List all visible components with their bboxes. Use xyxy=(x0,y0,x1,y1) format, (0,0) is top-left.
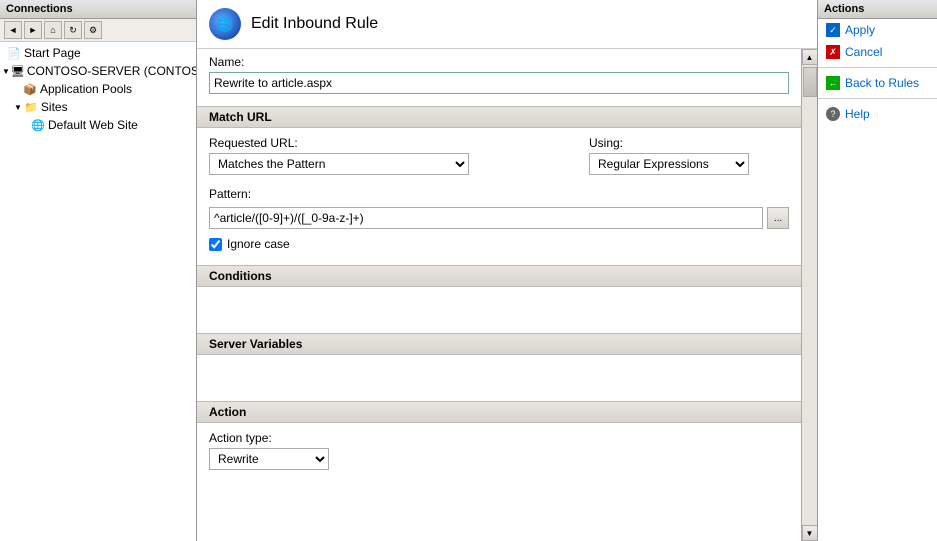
apply-icon: ✓ xyxy=(826,23,840,37)
actions-header: Actions xyxy=(818,0,937,19)
main-scroll-content[interactable]: Name: Match URL Requested URL: Matches t… xyxy=(197,49,801,541)
help-icon: ? xyxy=(826,107,840,121)
tree-label-app-pools: Application Pools xyxy=(40,82,132,96)
connections-panel: Connections ◄ ► ⌂ ↻ ⚙ 📄 Start Page ▼ 🖥 C… xyxy=(0,0,197,541)
back-to-rules-action[interactable]: ← Back to Rules xyxy=(818,72,937,94)
expand-server-icon[interactable]: ▼ xyxy=(2,67,10,76)
ignore-case-row: Ignore case xyxy=(209,237,789,251)
tree-label-sites: Sites xyxy=(41,100,68,114)
ignore-case-label: Ignore case xyxy=(227,237,290,251)
requested-url-col: Requested URL: Matches the Pattern xyxy=(209,136,569,175)
page-header: 🌐 Edit Inbound Rule xyxy=(197,0,817,49)
help-divider xyxy=(818,98,937,99)
tree-label-start-page: Start Page xyxy=(24,46,81,60)
pattern-section: Pattern: ... xyxy=(209,187,789,229)
apply-label: Apply xyxy=(845,23,875,37)
sites-icon: 📁 xyxy=(23,99,39,115)
page-icon: 📄 xyxy=(6,45,22,61)
tree-label-server: CONTOSO-SERVER (CONTOS xyxy=(27,64,196,78)
conditions-bar: Conditions xyxy=(197,265,801,287)
server-variables-content xyxy=(197,355,801,395)
page-title: Edit Inbound Rule xyxy=(251,15,378,33)
name-label: Name: xyxy=(209,55,789,69)
action-type-select[interactable]: Rewrite Redirect Custom response AbortRe… xyxy=(209,448,329,470)
using-select[interactable]: Regular Expressions xyxy=(589,153,749,175)
apply-action[interactable]: ✓ Apply xyxy=(818,19,937,41)
expand-sites-icon[interactable]: ▼ xyxy=(14,103,22,112)
requested-url-select[interactable]: Matches the Pattern xyxy=(209,153,469,175)
connections-tree: 📄 Start Page ▼ 🖥 CONTOSO-SERVER (CONTOS … xyxy=(0,42,196,541)
action-bar: Action xyxy=(197,401,801,423)
back-to-rules-label: Back to Rules xyxy=(845,76,919,90)
actions-panel: Actions ✓ Apply ✗ Cancel ← Back to Rules… xyxy=(817,0,937,541)
main-content-area: 🌐 Edit Inbound Rule Name: Match URL Requ… xyxy=(197,0,817,541)
scroll-down-btn[interactable]: ▼ xyxy=(802,525,818,541)
home-btn[interactable]: ⌂ xyxy=(44,21,62,39)
connections-header: Connections xyxy=(0,0,196,19)
name-section: Name: xyxy=(197,49,801,100)
tree-item-default-web-site[interactable]: 🌐 Default Web Site xyxy=(0,116,196,134)
pool-icon: 📦 xyxy=(22,81,38,97)
match-url-content: Requested URL: Matches the Pattern Using… xyxy=(197,128,801,259)
pattern-label: Pattern: xyxy=(209,187,789,201)
pattern-helper-btn[interactable]: ... xyxy=(767,207,789,229)
pattern-row: ... xyxy=(209,207,789,229)
ignore-case-checkbox[interactable] xyxy=(209,238,222,251)
action-content: Action type: Rewrite Redirect Custom res… xyxy=(197,423,801,478)
server-variables-bar: Server Variables xyxy=(197,333,801,355)
help-action[interactable]: ? Help xyxy=(818,103,937,125)
requested-url-label: Requested URL: xyxy=(209,136,569,150)
scroll-up-btn[interactable]: ▲ xyxy=(802,49,818,65)
using-col: Using: Regular Expressions xyxy=(589,136,789,175)
main-scrollbar: ▲ ▼ xyxy=(801,49,817,541)
pattern-input[interactable] xyxy=(209,207,763,229)
match-url-bar: Match URL xyxy=(197,106,801,128)
tree-label-default-web-site: Default Web Site xyxy=(48,118,138,132)
web-globe-icon: 🌐 xyxy=(30,117,46,133)
refresh-btn[interactable]: ↻ xyxy=(64,21,82,39)
match-url-fields: Requested URL: Matches the Pattern Using… xyxy=(209,136,789,175)
conditions-content xyxy=(197,287,801,327)
tree-item-sites[interactable]: ▼ 📁 Sites xyxy=(0,98,196,116)
tree-item-start-page[interactable]: 📄 Start Page xyxy=(0,44,196,62)
name-input[interactable] xyxy=(209,72,789,94)
back-to-rules-icon: ← xyxy=(826,76,840,90)
tree-item-app-pools[interactable]: 📦 Application Pools xyxy=(0,80,196,98)
settings-btn[interactable]: ⚙ xyxy=(84,21,102,39)
cancel-icon: ✗ xyxy=(826,45,840,59)
tree-item-server[interactable]: ▼ 🖥 CONTOSO-SERVER (CONTOS xyxy=(0,62,196,80)
server-icon: 🖥 xyxy=(11,63,25,79)
help-label: Help xyxy=(845,107,870,121)
using-label: Using: xyxy=(589,136,789,150)
actions-divider xyxy=(818,67,937,68)
cancel-label: Cancel xyxy=(845,45,882,59)
scroll-thumb[interactable] xyxy=(803,67,817,97)
forward-btn[interactable]: ► xyxy=(24,21,42,39)
back-btn[interactable]: ◄ xyxy=(4,21,22,39)
connections-toolbar: ◄ ► ⌂ ↻ ⚙ xyxy=(0,19,196,42)
cancel-action[interactable]: ✗ Cancel xyxy=(818,41,937,63)
action-type-label: Action type: xyxy=(209,431,789,445)
inbound-rule-icon: 🌐 xyxy=(209,8,241,40)
